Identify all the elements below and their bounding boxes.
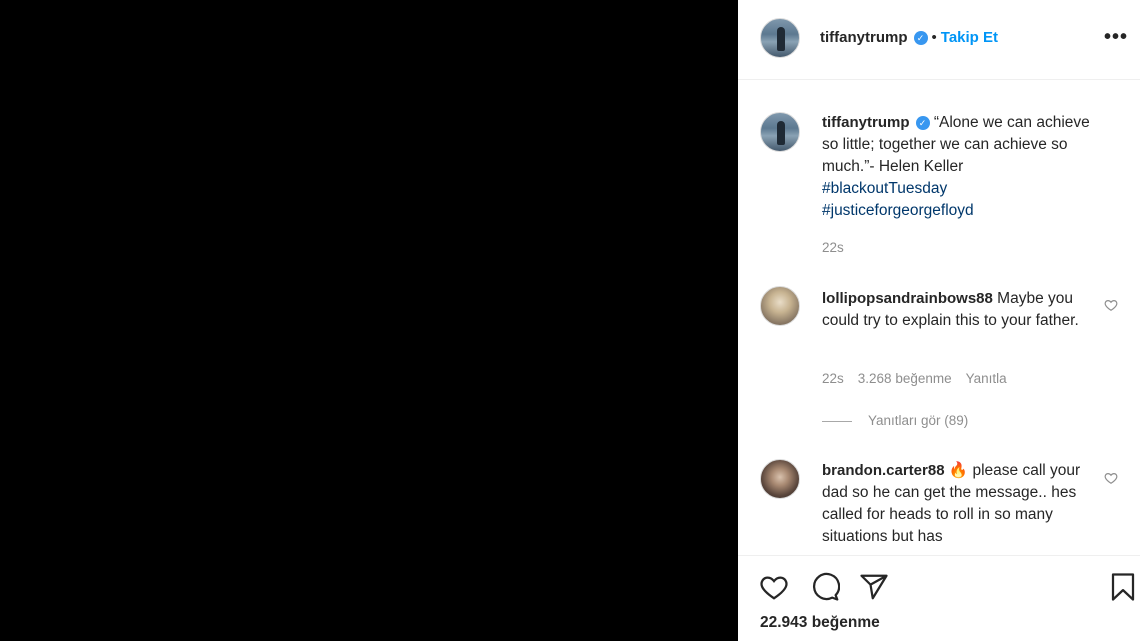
- more-options-icon[interactable]: •••: [1104, 26, 1128, 49]
- post-header: tiffanytrump ✓ • Takip Et •••: [738, 0, 1140, 80]
- heart-icon[interactable]: [759, 572, 789, 602]
- comment-text-block: brandon.carter88 🔥 please call your dad …: [822, 460, 1092, 554]
- comment-time[interactable]: 22s: [822, 371, 844, 386]
- comment-like-heart-icon[interactable]: [1104, 471, 1118, 485]
- comment-likes-count[interactable]: 3.268 beğenme: [858, 371, 952, 386]
- caption-avatar[interactable]: [760, 112, 800, 152]
- caption-username[interactable]: tiffanytrump: [822, 114, 910, 131]
- replies-divider-line: [822, 420, 852, 422]
- author-avatar[interactable]: [760, 18, 800, 58]
- comment-meta: 22s 3.268 beğenme Yanıtla: [822, 371, 1021, 386]
- verified-badge-icon: ✓: [915, 116, 930, 130]
- comment-text-block: lollipopsandrainbows88 Maybe you could t…: [822, 288, 1092, 332]
- hashtag-link[interactable]: #justiceforgeorgefloyd: [822, 202, 974, 219]
- author-username[interactable]: tiffanytrump: [820, 29, 908, 46]
- commenter-username[interactable]: brandon.carter88: [822, 462, 945, 479]
- commenter-username[interactable]: lollipopsandrainbows88: [822, 290, 993, 307]
- fire-emoji: 🔥: [948, 462, 969, 479]
- bookmark-icon[interactable]: [1108, 572, 1138, 602]
- view-replies-button[interactable]: Yanıtları gör (89): [822, 413, 968, 428]
- reply-button[interactable]: Yanıtla: [966, 371, 1007, 386]
- header-separator: •: [931, 29, 937, 46]
- verified-badge-icon: ✓: [913, 31, 928, 45]
- instagram-post-view: tiffanytrump ✓ • Takip Et ••• tiffanytrump ✓…: [0, 0, 1140, 641]
- post-side-panel: tiffanytrump ✓ • Takip Et ••• tiffanytrump ✓…: [738, 0, 1140, 641]
- view-replies-label: Yanıtları gör (89): [868, 413, 969, 428]
- caption-text-block: tiffanytrump ✓ “Alone we can achieve so l…: [822, 112, 1092, 222]
- post-media-blackout[interactable]: [0, 0, 738, 641]
- post-actions-bar: 22.943 beğenme: [738, 555, 1140, 641]
- comment-like-heart-icon[interactable]: [1104, 298, 1118, 312]
- share-icon[interactable]: [859, 572, 889, 602]
- hashtag-link[interactable]: #blackoutTuesday: [822, 180, 947, 197]
- caption-meta: 22s: [822, 240, 858, 255]
- post-likes-count[interactable]: 22.943 beğenme: [760, 614, 880, 632]
- commenter-avatar[interactable]: [760, 286, 800, 326]
- commenter-avatar[interactable]: [760, 459, 800, 499]
- comment-icon[interactable]: [810, 572, 840, 602]
- follow-button[interactable]: Takip Et: [941, 29, 998, 46]
- header-row: tiffanytrump ✓ • Takip Et: [820, 28, 998, 48]
- caption-time[interactable]: 22s: [822, 240, 844, 255]
